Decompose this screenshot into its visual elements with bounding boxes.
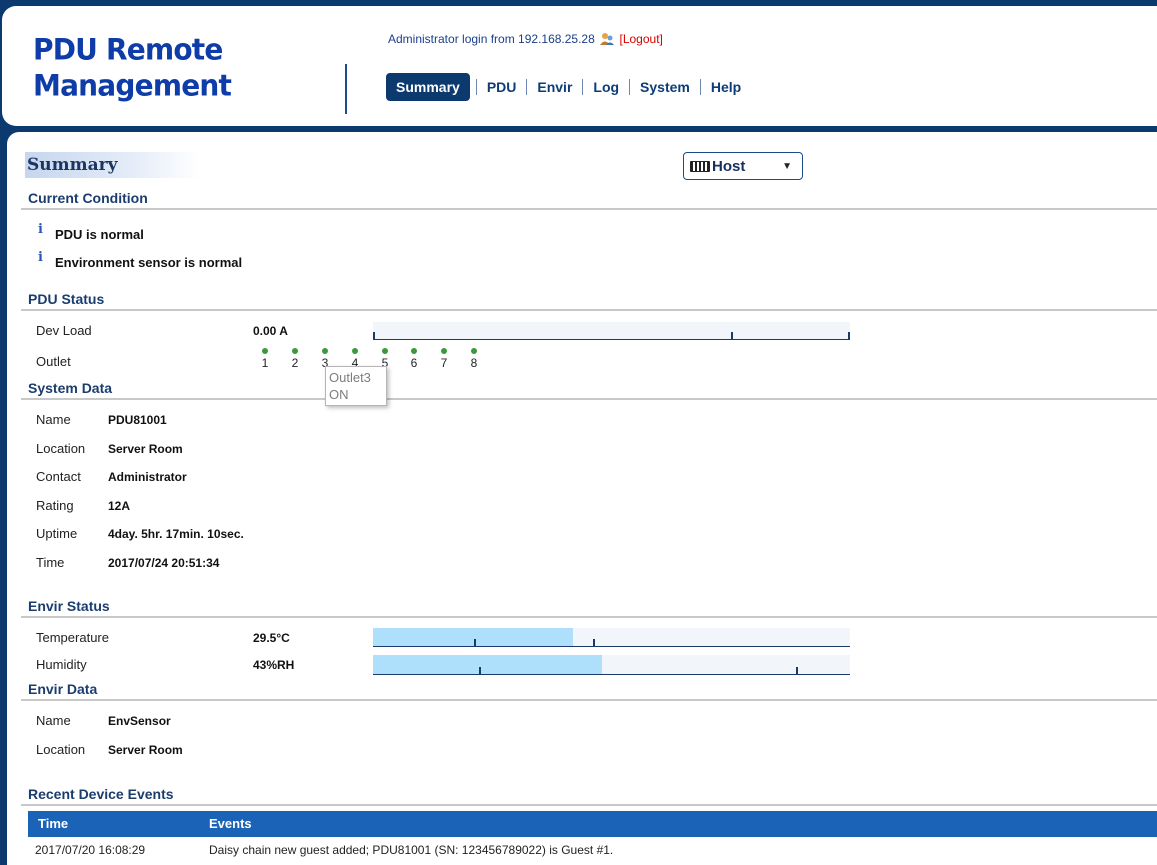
tooltip-title: Outlet3 bbox=[329, 370, 371, 385]
system-contact-value: Administrator bbox=[108, 470, 187, 484]
system-time-label: Time bbox=[36, 555, 65, 570]
outlet-on-indicator bbox=[382, 348, 388, 354]
tab-pdu[interactable]: PDU bbox=[477, 79, 527, 95]
outlet-1[interactable]: 1 bbox=[258, 348, 272, 370]
humidity-bar bbox=[373, 655, 850, 675]
host-select-value: Host bbox=[712, 157, 746, 175]
system-contact-label: Contact bbox=[36, 469, 81, 484]
tab-envir[interactable]: Envir bbox=[527, 79, 582, 95]
events-col-events: Events bbox=[209, 816, 252, 831]
outlet-number: 1 bbox=[261, 356, 269, 370]
login-text: Administrator login from 192.168.25.28 bbox=[388, 32, 595, 46]
system-uptime-label: Uptime bbox=[36, 526, 78, 541]
outlet-label: Outlet bbox=[36, 354, 71, 369]
section-recent-events: Recent Device Events bbox=[21, 786, 1157, 806]
outlet-on-indicator bbox=[352, 348, 358, 354]
condition-pdu: PDU is normal bbox=[55, 227, 144, 242]
event-time: 2017/07/20 16:08:29 bbox=[35, 843, 146, 857]
system-name-value: PDU81001 bbox=[108, 413, 167, 427]
system-uptime-value: 4day. 5hr. 17min. 10sec. bbox=[108, 527, 244, 541]
system-rating-label: Rating bbox=[36, 498, 74, 513]
env-location-value: Server Room bbox=[108, 743, 183, 757]
bar-tick bbox=[796, 667, 798, 674]
env-location-label: Location bbox=[36, 742, 86, 757]
bar-tick bbox=[593, 639, 595, 646]
system-time-value: 2017/07/24 20:51:34 bbox=[108, 556, 220, 570]
bar-tick bbox=[731, 332, 733, 339]
outlet-8[interactable]: 8 bbox=[467, 348, 481, 370]
system-location-value: Server Room bbox=[108, 442, 183, 456]
logout-link[interactable]: [Logout] bbox=[619, 32, 662, 46]
header-divider bbox=[345, 64, 347, 114]
temperature-value: 29.5°C bbox=[253, 631, 290, 645]
main-panel: Summary Host ▼ Current Condition i PDU i… bbox=[7, 132, 1157, 865]
outlet-on-indicator bbox=[322, 348, 328, 354]
outlet-number: 6 bbox=[410, 356, 418, 370]
keyboard-icon bbox=[690, 160, 710, 172]
section-pdu-status: PDU Status bbox=[21, 291, 1157, 311]
user-icon bbox=[600, 32, 615, 45]
humidity-bar-fill bbox=[373, 655, 602, 674]
temperature-bar bbox=[373, 628, 850, 647]
outlet-2[interactable]: 2 bbox=[288, 348, 302, 370]
bar-tick bbox=[474, 639, 476, 646]
tab-system[interactable]: System bbox=[630, 79, 700, 95]
tab-help[interactable]: Help bbox=[701, 79, 751, 95]
env-name-label: Name bbox=[36, 713, 71, 728]
host-select[interactable]: Host ▼ bbox=[683, 152, 803, 180]
env-name-value: EnvSensor bbox=[108, 714, 171, 728]
dev-load-bar bbox=[373, 322, 850, 340]
temperature-label: Temperature bbox=[36, 630, 109, 645]
info-icon: i bbox=[38, 250, 43, 265]
section-envir-status: Envir Status bbox=[21, 598, 1157, 618]
events-col-time: Time bbox=[38, 816, 69, 831]
system-location-label: Location bbox=[36, 441, 86, 456]
section-envir-data: Envir Data bbox=[21, 681, 1157, 701]
table-row: 2017/07/20 16:08:29 Daisy chain new gues… bbox=[28, 838, 1157, 862]
bar-tick bbox=[479, 667, 481, 674]
outlet-on-indicator bbox=[411, 348, 417, 354]
chevron-down-icon: ▼ bbox=[782, 161, 792, 172]
bar-tick bbox=[373, 332, 375, 339]
header: PDU Remote Management Administrator logi… bbox=[2, 6, 1157, 126]
bar-tick bbox=[848, 332, 850, 339]
system-rating-value: 12A bbox=[108, 499, 131, 513]
humidity-value: 43%RH bbox=[253, 658, 295, 672]
page-title: Summary bbox=[25, 152, 201, 178]
tab-summary[interactable]: Summary bbox=[386, 73, 470, 101]
outlet-number: 2 bbox=[291, 356, 299, 370]
outlet-tooltip: Outlet3 ON bbox=[325, 366, 387, 406]
outlet-on-indicator bbox=[471, 348, 477, 354]
outlet-number: 7 bbox=[440, 356, 448, 370]
dev-load-label: Dev Load bbox=[36, 323, 92, 338]
outlet-6[interactable]: 6 bbox=[407, 348, 421, 370]
event-text: Daisy chain new guest added; PDU81001 (S… bbox=[209, 843, 614, 857]
system-name-label: Name bbox=[36, 412, 71, 427]
brand-line-2: Management bbox=[33, 68, 232, 103]
outlet-number: 8 bbox=[470, 356, 478, 370]
humidity-label: Humidity bbox=[36, 657, 87, 672]
dev-load-value: 0.00 A bbox=[253, 324, 288, 338]
outlet-on-indicator bbox=[441, 348, 447, 354]
login-info: Administrator login from 192.168.25.28 [… bbox=[388, 32, 663, 46]
outlet-on-indicator bbox=[262, 348, 268, 354]
main-nav: Summary PDU Envir Log System Help bbox=[386, 73, 751, 101]
section-system-data: System Data bbox=[21, 380, 1157, 400]
brand-logo: PDU Remote Management bbox=[33, 32, 232, 103]
outlet-7[interactable]: 7 bbox=[437, 348, 451, 370]
outlet-on-indicator bbox=[292, 348, 298, 354]
tab-log[interactable]: Log bbox=[583, 79, 629, 95]
condition-env: Environment sensor is normal bbox=[55, 255, 243, 270]
brand-line-1: PDU Remote bbox=[33, 32, 223, 67]
events-table-header: Time Events bbox=[28, 811, 1157, 837]
section-current-condition: Current Condition bbox=[21, 190, 1157, 210]
tooltip-state: ON bbox=[329, 387, 349, 402]
info-icon: i bbox=[38, 222, 43, 237]
